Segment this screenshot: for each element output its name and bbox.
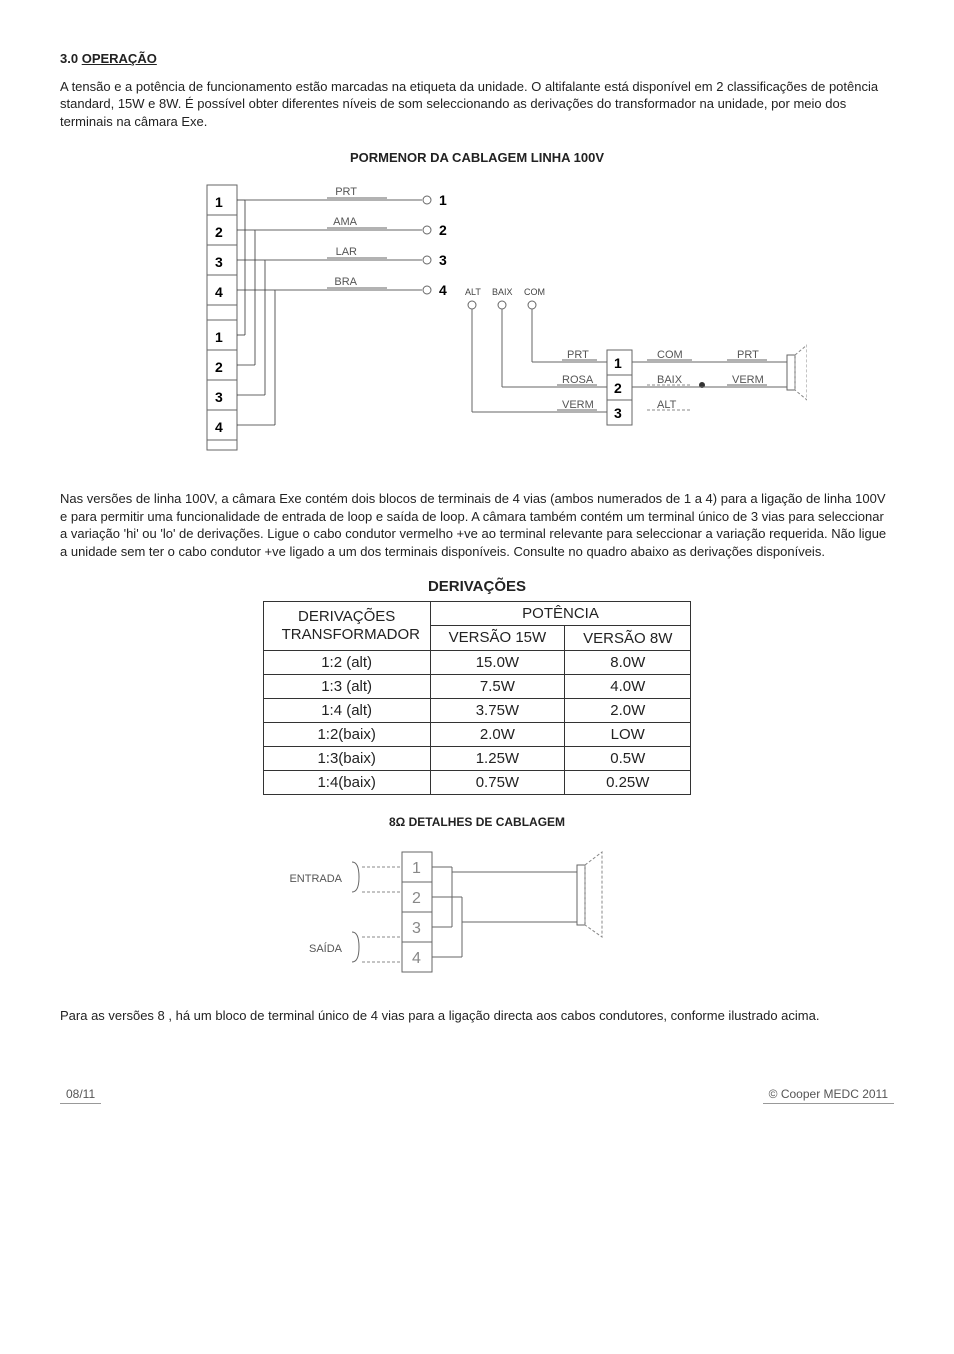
paragraph-2: Nas versões de linha 100V, a câmara Exe …: [60, 490, 894, 560]
lbl-alt: ALT: [465, 287, 481, 297]
pin-2: 2: [439, 222, 447, 238]
table-row: 1:2 (alt)15.0W8.0W: [263, 651, 691, 675]
pin-1: 1: [439, 192, 447, 208]
page-footer: 08/11 © Cooper MEDC 2011: [60, 1085, 894, 1104]
table-row: 1:4 (alt)3.75W2.0W: [263, 699, 691, 723]
paragraph-1: A tensão e a potência de funcionamento e…: [60, 78, 894, 131]
term-2b: 2: [215, 359, 223, 375]
wr-alt: ALT: [657, 399, 677, 411]
table-row: 1:4(baix)0.75W0.25W: [263, 771, 691, 795]
wiring-diagram-8ohm: .l { stroke:#666; stroke-width:1; fill:n…: [287, 837, 667, 997]
tappings-table: DERIVAÇÕES TRANSFORMADOR POTÊNCIA VERSÃO…: [263, 601, 692, 795]
wr-prt: PRT: [737, 349, 759, 361]
wire-ama: AMA: [333, 216, 358, 228]
th-deriva: DERIVAÇÕES TRANSFORMADOR: [263, 602, 430, 651]
footer-right: © Cooper MEDC 2011: [763, 1085, 894, 1104]
table-row: 1:3 (alt)7.5W4.0W: [263, 675, 691, 699]
table-row: 1:2(baix)2.0WLOW: [263, 723, 691, 747]
term-1b: 1: [215, 329, 223, 345]
wr-com: COM: [657, 349, 683, 361]
th-deriva-text: DERIVAÇÕES TRANSFORMADOR: [282, 608, 412, 644]
section-number: 3.0: [60, 51, 78, 66]
wr-verm: VERM: [732, 374, 764, 386]
term-4a: 4: [215, 284, 223, 300]
pin-3: 3: [439, 252, 447, 268]
lbl-entrada: ENTRADA: [289, 873, 342, 885]
wire-mid-verm: VERM: [562, 399, 594, 411]
term-3b: 3: [215, 389, 223, 405]
section-title: OPERAÇÃO: [82, 51, 157, 66]
wire-mid-rosa: ROSA: [562, 374, 594, 386]
term-3a: 3: [215, 254, 223, 270]
section-header: 3.0 OPERAÇÃO: [60, 50, 894, 68]
term-2a: 2: [215, 224, 223, 240]
th-potencia: POTÊNCIA: [430, 602, 691, 626]
wire-prt: PRT: [335, 186, 357, 198]
wire-mid-prt: PRT: [567, 349, 589, 361]
lbl-saida: SAÍDA: [309, 942, 343, 955]
diagram1-title: PORMENOR DA CABLAGEM LINHA 100V: [60, 150, 894, 165]
r3-2: 2: [614, 380, 622, 396]
diagram2-title: 8Ω DETALHES DE CABLAGEM: [60, 815, 894, 829]
svg-text:2: 2: [412, 890, 421, 907]
lbl-com: COM: [524, 287, 545, 297]
wire-lar: LAR: [336, 246, 357, 258]
r3-1: 1: [614, 355, 622, 371]
table-title: DERIVAÇÕES: [60, 578, 894, 595]
th-v8: VERSÃO 8W: [565, 626, 691, 651]
term-4b: 4: [215, 419, 223, 435]
term-1a: 1: [215, 194, 223, 210]
footer-left: 08/11: [60, 1085, 101, 1104]
svg-text:3: 3: [412, 920, 421, 937]
pin-4: 4: [439, 282, 447, 298]
wire-bra: BRA: [334, 276, 357, 288]
svg-text:4: 4: [412, 950, 421, 967]
paragraph-3: Para as versões 8 , há um bloco de termi…: [60, 1007, 894, 1025]
r3-3: 3: [614, 405, 622, 421]
wr-baix: BAIX: [657, 374, 683, 386]
th-v15: VERSÃO 15W: [430, 626, 565, 651]
table-row: 1:3(baix)1.25W0.5W: [263, 747, 691, 771]
lbl-baix: BAIX: [492, 287, 513, 297]
wiring-diagram-100v: .l { stroke:#333; stroke-width:1; fill:n…: [147, 175, 807, 465]
svg-text:1: 1: [412, 860, 421, 877]
